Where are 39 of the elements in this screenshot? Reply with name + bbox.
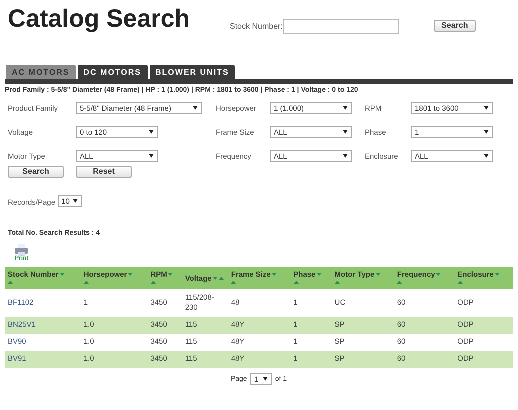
- caret-icon: [484, 106, 489, 110]
- caret-icon: [343, 106, 348, 110]
- search-button[interactable]: Search: [8, 166, 64, 178]
- sort-up-icon[interactable]: [84, 281, 89, 284]
- sort-down-icon[interactable]: [376, 273, 381, 276]
- stock-number-label: Stock Number:: [230, 22, 283, 30]
- tab[interactable]: DC MOTORS: [78, 65, 148, 79]
- caret-icon: [484, 154, 489, 158]
- sort-down-icon[interactable]: [272, 273, 277, 276]
- caret-icon: [72, 199, 78, 203]
- tab[interactable]: AC MOTORS: [6, 65, 76, 79]
- printer-icon[interactable]: [15, 244, 28, 256]
- sort-up-icon[interactable]: [218, 277, 224, 280]
- caret-icon: [149, 130, 154, 134]
- sort-up-icon[interactable]: [150, 281, 156, 284]
- sort-down-icon[interactable]: [436, 273, 442, 276]
- sort-up-icon[interactable]: [231, 281, 236, 284]
- sort-up-icon[interactable]: [397, 281, 402, 284]
- caret-icon: [149, 154, 154, 158]
- sort-down-icon[interactable]: [168, 273, 174, 276]
- sort-up-icon[interactable]: [458, 281, 463, 284]
- sort-down-icon[interactable]: [60, 273, 65, 276]
- sort-up-icon[interactable]: [8, 281, 13, 284]
- sort-down-icon[interactable]: [316, 273, 322, 276]
- sort-down-icon[interactable]: [212, 277, 218, 280]
- caret-icon: [484, 130, 489, 134]
- sort-up-icon[interactable]: [294, 281, 299, 284]
- caret-icon: [263, 377, 268, 381]
- stock-number-field[interactable]: [282, 18, 399, 34]
- reset-button[interactable]: Reset: [76, 166, 132, 178]
- caret-icon: [343, 154, 348, 158]
- sort-down-icon[interactable]: [494, 273, 500, 276]
- search-button[interactable]: Search: [434, 20, 476, 32]
- sort-down-icon[interactable]: [128, 273, 134, 276]
- sort-up-icon[interactable]: [334, 281, 340, 284]
- page-title: Catalog Search: [8, 4, 192, 34]
- caret-icon: [193, 106, 198, 110]
- caret-icon: [343, 130, 348, 134]
- tab[interactable]: BLOWER UNITS: [150, 65, 236, 79]
